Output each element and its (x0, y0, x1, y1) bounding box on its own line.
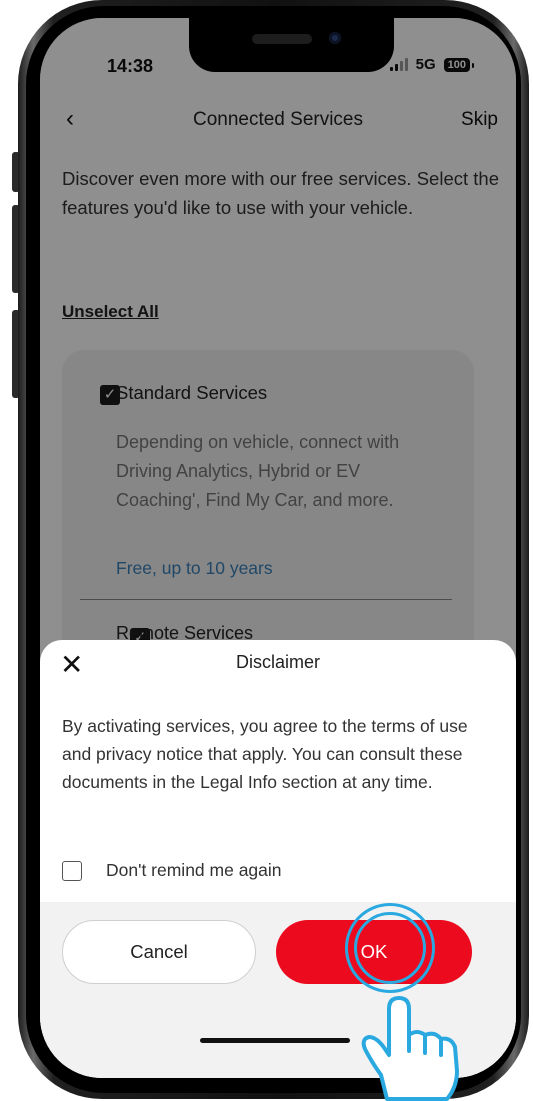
dont-remind-row[interactable]: Don't remind me again (62, 860, 282, 881)
home-indicator (200, 1038, 350, 1043)
dialog-title: Disclaimer (235, 652, 320, 672)
dont-remind-checkbox[interactable] (62, 860, 82, 881)
dont-remind-label: Don't remind me again (106, 860, 282, 880)
speaker-grille (252, 34, 312, 44)
phone-screen: 14:38 5G 100 ‹ Connected Services Skip D… (40, 18, 516, 1078)
tap-highlight-inner (354, 912, 426, 984)
dialog-body: By activating services, you agree to the… (62, 716, 468, 792)
front-camera (329, 32, 341, 44)
pointing-hand-icon (361, 996, 459, 1101)
notch (189, 18, 394, 72)
cancel-button[interactable]: Cancel (62, 920, 256, 984)
